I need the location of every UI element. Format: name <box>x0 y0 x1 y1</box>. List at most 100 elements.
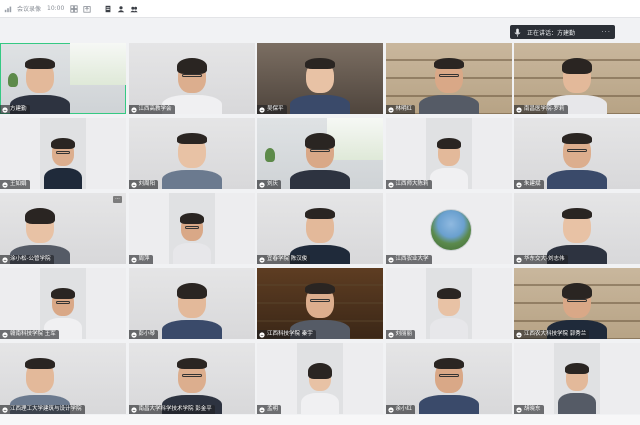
participant-name: 胡晓东 <box>524 406 541 412</box>
participant-tile[interactable]: 江西农业大学 <box>385 193 512 264</box>
participant-tile[interactable]: 南昌医学院-罗莉 <box>514 43 640 114</box>
participant-name-tag: 胡晓东 <box>514 405 544 414</box>
participant-video <box>0 343 126 414</box>
participant-name: 涂小松-公管学院 <box>10 256 51 262</box>
participant-name: 朱建斌 <box>524 181 541 187</box>
participant-name: 刘庆 <box>267 181 279 187</box>
grid-icon[interactable] <box>70 4 78 13</box>
signal-icon <box>2 106 8 113</box>
participant-tile[interactable]: 余小红 <box>385 343 512 414</box>
participant-name: 余小红 <box>395 406 413 412</box>
participant-tile[interactable]: 江西理工大学建筑与设计学院 <box>0 343 126 414</box>
participant-tile[interactable]: ··· 涂小松-公管学院 <box>0 193 126 264</box>
participant-video <box>129 268 255 339</box>
participant-video <box>386 268 512 339</box>
participant-name-tag: 江西师大陈莉 <box>385 180 432 189</box>
participant-name: 华东交大-刘志伟 <box>524 256 565 262</box>
participant-video <box>514 43 640 114</box>
participant-name: 江西农业大学 <box>395 256 429 262</box>
participant-tile[interactable]: 朱建斌 <box>514 118 640 189</box>
participant-name: 林明红 <box>395 106 413 112</box>
participant-name-tag: 赣南科技学院 王军 <box>0 330 59 339</box>
participant-name-tag: 刘丽丽 <box>385 330 416 339</box>
signal-icon <box>516 256 522 263</box>
participant-name-tag: 南昌大学科学技术学院 彭金平 <box>128 405 215 414</box>
avatar <box>429 209 472 251</box>
more-options-icon[interactable]: ··· <box>113 196 122 203</box>
participant-name: 吴保平 <box>267 106 284 112</box>
participant-tile[interactable]: 刘丽丽 <box>385 268 512 339</box>
top-toolbar: 会议录像 10:00 <box>0 0 640 18</box>
participant-name: 江西高教学会 <box>138 106 172 112</box>
participant-name: 刘丽丽 <box>395 331 413 337</box>
doc-icon[interactable] <box>104 5 112 13</box>
participant-video <box>129 343 255 414</box>
participant-tile[interactable]: 江西师大陈莉 <box>385 118 512 189</box>
participant-tile[interactable]: 刘庆 <box>257 118 383 189</box>
signal-icon <box>516 181 522 188</box>
participant-name-tag: 江西农大科技学院 郭秀兰 <box>514 330 590 339</box>
participant-name-tag: 宜春学院 陈汉俊 <box>257 255 311 264</box>
participant-name: 方建勤 <box>10 106 27 112</box>
participant-video <box>257 193 383 264</box>
participant-tile[interactable]: 方建勤 <box>0 43 126 114</box>
participant-video <box>514 193 640 264</box>
participant-video <box>0 193 126 264</box>
participant-name-tag: 王如娟 <box>0 180 30 189</box>
participant-video <box>0 43 126 114</box>
participant-tile[interactable]: 胡晓东 <box>514 343 640 414</box>
participant-tile[interactable]: 王如娟 <box>0 118 126 189</box>
participant-tile[interactable]: 江西高教学会 <box>128 43 255 114</box>
participant-name-tag: 刘周阳 <box>128 180 159 189</box>
participant-name: 江西科技学院 秦宇 <box>267 331 313 337</box>
signal-icon <box>259 256 265 263</box>
signal-icon <box>130 406 137 413</box>
participant-name: 刘周阳 <box>138 181 156 187</box>
participant-video <box>257 343 383 414</box>
signal-icon <box>387 106 394 113</box>
participant-tile[interactable]: 江西科技学院 秦宇 <box>257 268 383 339</box>
speaker-label: 正在讲话： <box>527 29 558 37</box>
participant-tile[interactable]: 赣南科技学院 王军 <box>0 268 126 339</box>
share-icon[interactable] <box>83 5 91 13</box>
signal-icon <box>2 256 8 263</box>
signal-icon <box>387 256 394 263</box>
participant-name-tag: 华东交大-刘志伟 <box>514 255 568 264</box>
participant-video <box>0 118 126 189</box>
signal-icon <box>516 406 522 413</box>
participant-tile[interactable]: 周萍 <box>128 193 255 264</box>
participant-name-tag: 江西高教学会 <box>128 105 175 114</box>
participant-tile[interactable]: 吴保平 <box>257 43 383 114</box>
participant-tile[interactable]: 彭小琴 <box>128 268 255 339</box>
participant-name-tag: 林明红 <box>385 105 416 114</box>
participant-tile[interactable]: 林明红 <box>385 43 512 114</box>
signal-icon <box>387 406 394 413</box>
participant-tile[interactable]: 江西农大科技学院 郭秀兰 <box>514 268 640 339</box>
participant-name: 赣南科技学院 王军 <box>10 331 56 337</box>
participant-tile[interactable]: 宜春学院 陈汉俊 <box>257 193 383 264</box>
participant-name: 南昌大学科学技术学院 彭金平 <box>138 406 212 412</box>
participant-video <box>257 43 383 114</box>
participant-video <box>514 268 640 339</box>
participant-tile[interactable]: 南昌大学科学技术学院 彭金平 <box>128 343 255 414</box>
participant-name: 孟明 <box>267 406 279 412</box>
participant-video <box>129 43 255 114</box>
participant-name-tag: 江西理工大学建筑与设计学院 <box>0 405 85 414</box>
participant-name: 周萍 <box>138 256 150 262</box>
participant-video <box>514 118 640 189</box>
active-speaker-indicator: 正在讲话： 方建勤 ··· <box>510 25 615 39</box>
participant-name-tag: 方建勤 <box>0 105 30 114</box>
participant-tile[interactable]: 华东交大-刘志伟 <box>514 193 640 264</box>
participant-video <box>257 118 383 189</box>
signal-icon <box>2 331 8 338</box>
video-grid: 方建勤 江西高教学会 吴保平 林明红 南昌医学院-罗莉王如娟 刘周阳 刘庆 江西师大陈莉 朱建斌… <box>0 43 640 415</box>
participant-name-tag: 涂小松-公管学院 <box>0 255 54 264</box>
participant-tile[interactable]: 刘周阳 <box>128 118 255 189</box>
participant-name: 江西理工大学建筑与设计学院 <box>10 406 82 412</box>
signal-icon <box>130 256 137 263</box>
speaker-name: 方建勤 <box>557 29 576 37</box>
user-icon[interactable] <box>117 5 125 13</box>
participant-name-tag: 彭小琴 <box>128 330 159 339</box>
group-icon[interactable] <box>130 5 138 13</box>
participant-tile[interactable]: 孟明 <box>257 343 383 414</box>
